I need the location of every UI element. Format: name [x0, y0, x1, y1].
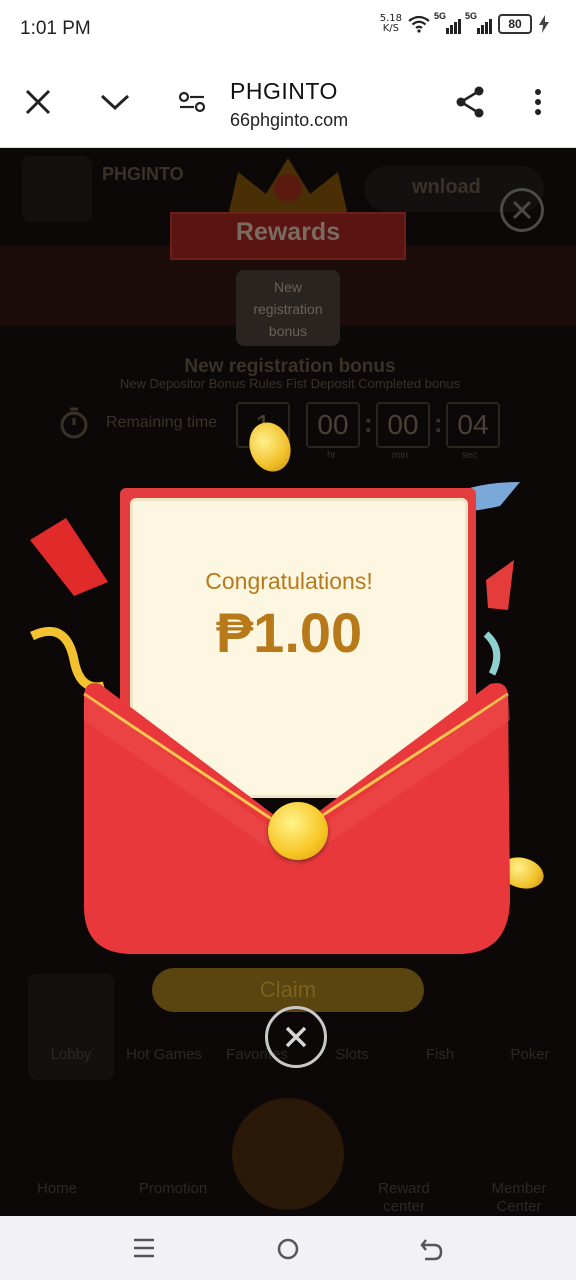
system-navigation-bar: [0, 1216, 576, 1280]
signal-sim2-icon: 5G: [465, 11, 492, 34]
rewards-close-button[interactable]: [500, 188, 544, 232]
app-name: PHGINTO: [102, 164, 184, 184]
category-label: Lobby: [50, 1046, 92, 1063]
close-icon: [285, 1026, 307, 1048]
status-icons: 5.18 K/S 5G 5G 80: [380, 11, 550, 34]
home-icon[interactable]: [276, 1237, 300, 1261]
category-label: Poker: [510, 1046, 550, 1063]
category-lobby[interactable]: [28, 974, 114, 1080]
collapse-button[interactable]: [93, 80, 137, 124]
close-icon: [25, 89, 51, 115]
signal-sim1-icon: 5G: [434, 11, 461, 34]
status-time: 1:01 PM: [20, 18, 91, 39]
timer-minutes: 00: [376, 402, 430, 448]
bonus-subtext: New Depositor Bonus Rules Fist Deposit C…: [119, 376, 461, 391]
recents-icon[interactable]: [132, 1236, 156, 1260]
nav-member-center[interactable]: Member Center: [474, 1180, 564, 1216]
page-url[interactable]: 66phginto.com: [230, 110, 348, 131]
timer-separator: :: [434, 408, 443, 438]
nav-promotion[interactable]: Promotion: [120, 1180, 226, 1197]
category-label: Slots: [335, 1046, 369, 1063]
chevron-down-icon: [100, 94, 130, 111]
share-icon: [456, 86, 484, 118]
app-logo: [22, 156, 92, 222]
rewards-title: Rewards: [235, 218, 341, 246]
tab-label: New registration bonus: [253, 279, 323, 339]
crown-icon: [228, 158, 348, 216]
status-bar: 1:01 PM 5.18 K/S 5G 5G 80: [0, 0, 576, 58]
close-tab-button[interactable]: [16, 80, 60, 124]
envelope-seal: [268, 802, 328, 860]
site-settings-button[interactable]: [170, 80, 214, 124]
more-options-button[interactable]: [516, 80, 560, 124]
charging-icon: [539, 15, 549, 33]
page-title: PHGINTO: [230, 78, 338, 104]
category-label: Hot Games: [126, 1046, 202, 1063]
modal-close-button[interactable]: [265, 1006, 327, 1068]
sim2-label: 5G: [465, 11, 478, 21]
nav-center-button[interactable]: [232, 1098, 344, 1210]
tab-new-registration[interactable]: New registration bonus: [236, 270, 340, 346]
red-envelope: [83, 683, 510, 954]
claim-button[interactable]: Claim: [152, 968, 424, 1012]
download-label: wnload: [412, 176, 481, 198]
tune-icon: [178, 91, 206, 113]
stopwatch-icon: [60, 407, 88, 439]
congratulations-text: Congratulations!: [205, 568, 373, 594]
close-icon: [512, 200, 532, 220]
nav-reward-center[interactable]: Reward center: [362, 1180, 446, 1216]
more-vert-icon: [535, 89, 541, 115]
browser-toolbar: PHGINTO 66phginto.com: [0, 58, 576, 148]
back-icon[interactable]: [420, 1236, 444, 1262]
battery-icon: 80: [498, 14, 532, 34]
sim1-label: 5G: [434, 11, 447, 21]
timer-seconds: 04: [446, 402, 500, 448]
nav-home[interactable]: Home: [14, 1180, 100, 1197]
category-label: Fish: [425, 1046, 455, 1063]
remaining-time-label: Remaining time: [106, 414, 218, 431]
timer-separator: :: [364, 408, 373, 438]
bonus-heading: New registration bonus: [184, 356, 396, 377]
network-speed: 5.18 K/S: [380, 14, 402, 34]
network-speed-unit: K/S: [382, 23, 399, 34]
wifi-icon: [408, 15, 430, 33]
share-button[interactable]: [448, 80, 492, 124]
timer-hours: 00: [306, 402, 360, 448]
